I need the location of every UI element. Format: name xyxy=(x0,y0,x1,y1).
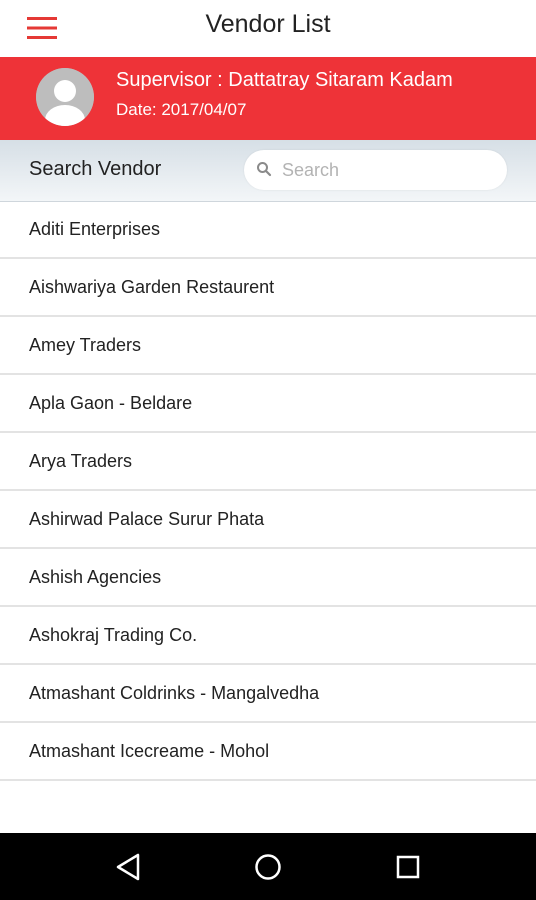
search-icon xyxy=(257,162,272,177)
recents-button[interactable] xyxy=(392,851,424,883)
search-input[interactable] xyxy=(282,150,492,190)
search-box[interactable] xyxy=(244,150,507,190)
vendor-item[interactable]: Ashish Agencies xyxy=(0,549,536,607)
back-triangle-icon xyxy=(116,853,140,881)
search-bar: Search Vendor xyxy=(0,140,536,202)
report-date: Date: 2017/04/07 xyxy=(116,100,247,119)
home-circle-icon xyxy=(255,854,281,880)
vendor-list: Aditi Enterprises Aishwariya Garden Rest… xyxy=(0,201,536,781)
supervisor-banner: Supervisor : Dattatray Sitaram Kadam Dat… xyxy=(0,57,536,140)
system-nav-bar xyxy=(0,833,536,900)
back-button[interactable] xyxy=(112,851,144,883)
user-avatar-icon xyxy=(36,68,94,126)
search-label: Search Vendor xyxy=(29,158,162,180)
vendor-item[interactable]: Ashokraj Trading Co. xyxy=(0,607,536,665)
vendor-item[interactable]: Apla Gaon - Beldare xyxy=(0,375,536,433)
recents-square-icon xyxy=(396,855,420,879)
vendor-item[interactable]: Amey Traders xyxy=(0,317,536,375)
page-title: Vendor List xyxy=(205,10,331,38)
vendor-item[interactable]: Ashirwad Palace Surur Phata xyxy=(0,491,536,549)
home-button[interactable] xyxy=(252,851,284,883)
vendor-item[interactable]: Arya Traders xyxy=(0,433,536,491)
vendor-item[interactable]: Atmashant Icecreame - Mohol xyxy=(0,723,536,781)
vendor-item[interactable]: Atmashant Coldrinks - Mangalvedha xyxy=(0,665,536,723)
vendor-item[interactable]: Aditi Enterprises xyxy=(0,201,536,259)
app-bar: Vendor List xyxy=(0,0,536,57)
supervisor-name: Supervisor : Dattatray Sitaram Kadam xyxy=(116,69,453,91)
vendor-item[interactable]: Aishwariya Garden Restaurent xyxy=(0,259,536,317)
